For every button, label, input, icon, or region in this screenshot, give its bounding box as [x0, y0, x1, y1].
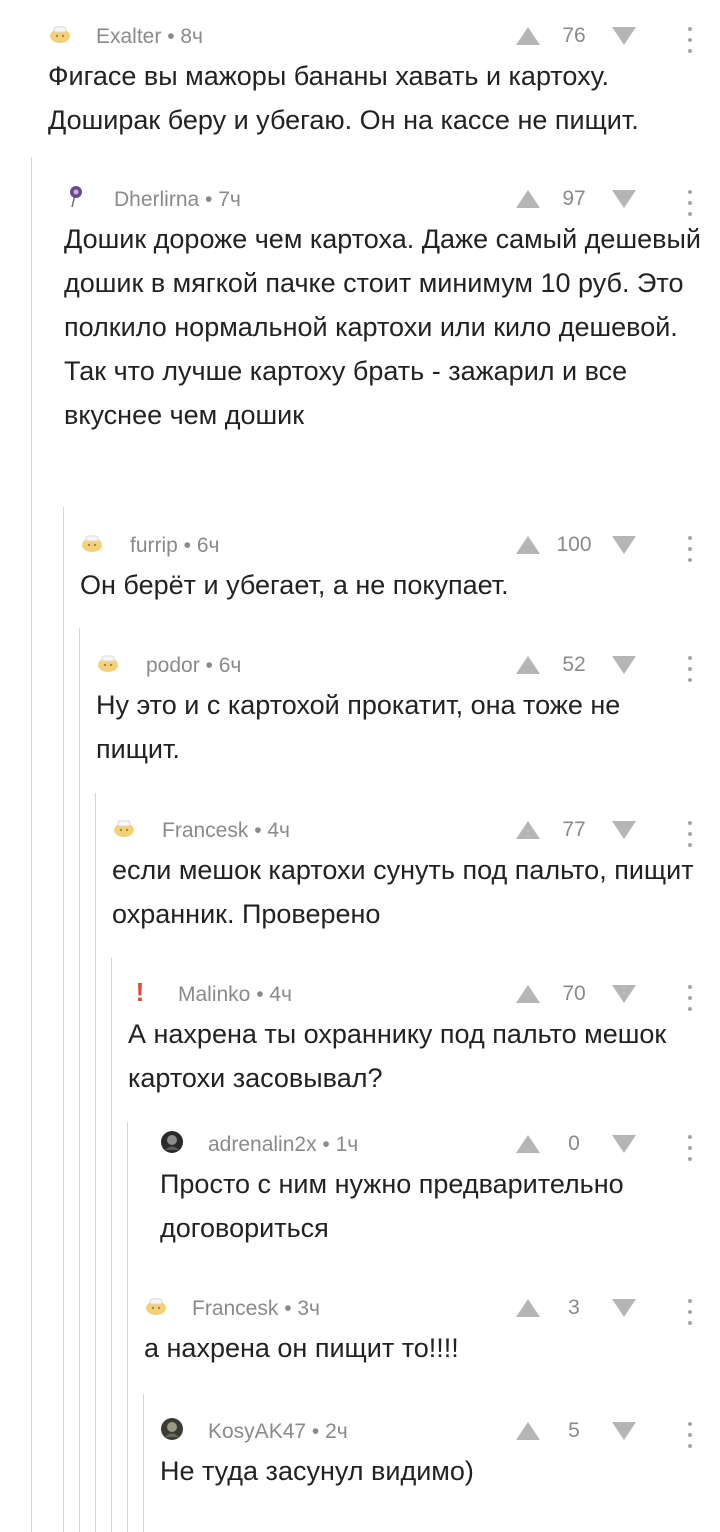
downvote-icon[interactable] — [612, 1422, 636, 1445]
more-options-icon[interactable] — [680, 190, 700, 216]
thread-line — [79, 628, 80, 1532]
comment-author[interactable]: Francesk • 3ч — [192, 1297, 320, 1321]
default-avatar-icon[interactable] — [48, 22, 72, 46]
comment-rating: 5 — [568, 1419, 580, 1442]
comment: furrip • 6ч 100 Он берёт и убегает, а не… — [80, 527, 720, 607]
upvote-icon[interactable] — [516, 536, 540, 559]
comment-rating: 70 — [562, 982, 586, 1005]
more-options-icon[interactable] — [680, 1135, 700, 1161]
comment-header: adrenalin2x • 1ч 0 — [160, 1126, 720, 1162]
upvote-icon[interactable] — [516, 821, 540, 844]
comment-author[interactable]: Malinko • 4ч — [178, 983, 292, 1007]
comment: Exalter • 8ч 76 Фигасе вы мажоры бананы … — [48, 18, 720, 142]
comment: Dherlirna • 7ч 97 Дошик дороже чем карто… — [64, 181, 720, 437]
comment: KosyAK47 • 2ч 5 Не туда засунул видимо) — [160, 1413, 720, 1493]
comment: adrenalin2x • 1ч 0 Просто с ним нужно пр… — [160, 1126, 720, 1250]
default-avatar-icon[interactable] — [80, 531, 104, 555]
more-options-icon[interactable] — [680, 536, 700, 562]
comment-rating: 76 — [562, 24, 586, 47]
comment-text: а нахрена он пищит то!!!! — [144, 1333, 459, 1363]
thread-line — [63, 507, 64, 1532]
comment-header: Exalter • 8ч 76 — [48, 18, 720, 54]
thread-line — [111, 958, 112, 1532]
more-options-icon[interactable] — [680, 656, 700, 682]
thread-line — [143, 1394, 144, 1532]
comment-header: Francesk • 3ч 3 — [144, 1290, 720, 1326]
comment-rating: 77 — [562, 818, 586, 841]
thread-line — [127, 1122, 128, 1276]
comment-author[interactable]: furrip • 6ч — [130, 534, 220, 558]
comment-text: А нахрена ты охраннику под пальто мешок … — [128, 1019, 667, 1093]
comment-text: Фигасе вы мажоры бананы хавать и картоху… — [48, 61, 639, 135]
comment-header: furrip • 6ч 100 — [80, 527, 720, 563]
comment-header: Francesk • 4ч 77 — [112, 812, 720, 848]
comment-text: Ну это и с картохой прокатит, она тоже н… — [96, 690, 621, 764]
comment-header: Dherlirna • 7ч 97 — [64, 181, 720, 217]
comment-author[interactable]: KosyAK47 • 2ч — [208, 1420, 348, 1444]
comment: podor • 6ч 52 Ну это и с картохой прокат… — [96, 647, 720, 771]
comment-text: если мешок картохи сунуть под пальто, пи… — [112, 855, 694, 929]
exclamation-avatar-icon[interactable]: ! — [128, 979, 152, 1005]
comment-author[interactable]: adrenalin2x • 1ч — [208, 1133, 358, 1157]
comment: Francesk • 3ч 3 а нахрена он пищит то!!!… — [144, 1290, 720, 1370]
downvote-icon[interactable] — [612, 190, 636, 213]
default-avatar-icon[interactable] — [96, 651, 120, 675]
upvote-icon[interactable] — [516, 1422, 540, 1445]
photo-avatar-icon[interactable] — [160, 1417, 184, 1441]
downvote-icon[interactable] — [612, 536, 636, 559]
default-avatar-icon[interactable] — [144, 1294, 168, 1318]
thread-line — [127, 1276, 128, 1532]
more-options-icon[interactable] — [680, 1422, 700, 1448]
upvote-icon[interactable] — [516, 656, 540, 679]
thread-line — [31, 157, 32, 1532]
comment-author[interactable]: podor • 6ч — [146, 654, 241, 678]
more-options-icon[interactable] — [680, 27, 700, 53]
comment-header: ! Malinko • 4ч 70 — [128, 976, 720, 1012]
more-options-icon[interactable] — [680, 985, 700, 1011]
photo-avatar-icon[interactable] — [160, 1130, 184, 1154]
comment-rating: 3 — [568, 1296, 580, 1319]
comment-rating: 100 — [556, 533, 592, 556]
upvote-icon[interactable] — [516, 1135, 540, 1158]
thread-line — [95, 793, 96, 1532]
comment-author[interactable]: Exalter • 8ч — [96, 25, 203, 49]
comment-rating: 97 — [562, 187, 586, 210]
more-options-icon[interactable] — [680, 821, 700, 847]
downvote-icon[interactable] — [612, 985, 636, 1008]
comment: ! Malinko • 4ч 70 А нахрена ты охраннику… — [128, 976, 720, 1100]
flower-avatar-icon[interactable] — [64, 185, 88, 209]
downvote-icon[interactable] — [612, 27, 636, 50]
comment-text: Дошик дороже чем картоха. Даже самый деш… — [64, 224, 701, 430]
comment-text: Он берёт и убегает, а не покупает. — [80, 570, 509, 600]
downvote-icon[interactable] — [612, 656, 636, 679]
upvote-icon[interactable] — [516, 190, 540, 213]
comment-rating: 0 — [568, 1132, 580, 1155]
downvote-icon[interactable] — [612, 821, 636, 844]
comment-header: KosyAK47 • 2ч 5 — [160, 1413, 720, 1449]
comment-rating: 52 — [562, 653, 586, 676]
downvote-icon[interactable] — [612, 1135, 636, 1158]
upvote-icon[interactable] — [516, 27, 540, 50]
comment-text: Просто с ним нужно предварительно догово… — [160, 1169, 624, 1243]
comment-text: Не туда засунул видимо) — [160, 1456, 474, 1486]
comment-header: podor • 6ч 52 — [96, 647, 720, 683]
comment: Francesk • 4ч 77 если мешок картохи суну… — [112, 812, 720, 936]
more-options-icon[interactable] — [680, 1299, 700, 1325]
comment-author[interactable]: Dherlirna • 7ч — [114, 188, 241, 212]
upvote-icon[interactable] — [516, 985, 540, 1008]
comment-author[interactable]: Francesk • 4ч — [162, 819, 290, 843]
upvote-icon[interactable] — [516, 1299, 540, 1322]
downvote-icon[interactable] — [612, 1299, 636, 1322]
default-avatar-icon[interactable] — [112, 816, 136, 840]
